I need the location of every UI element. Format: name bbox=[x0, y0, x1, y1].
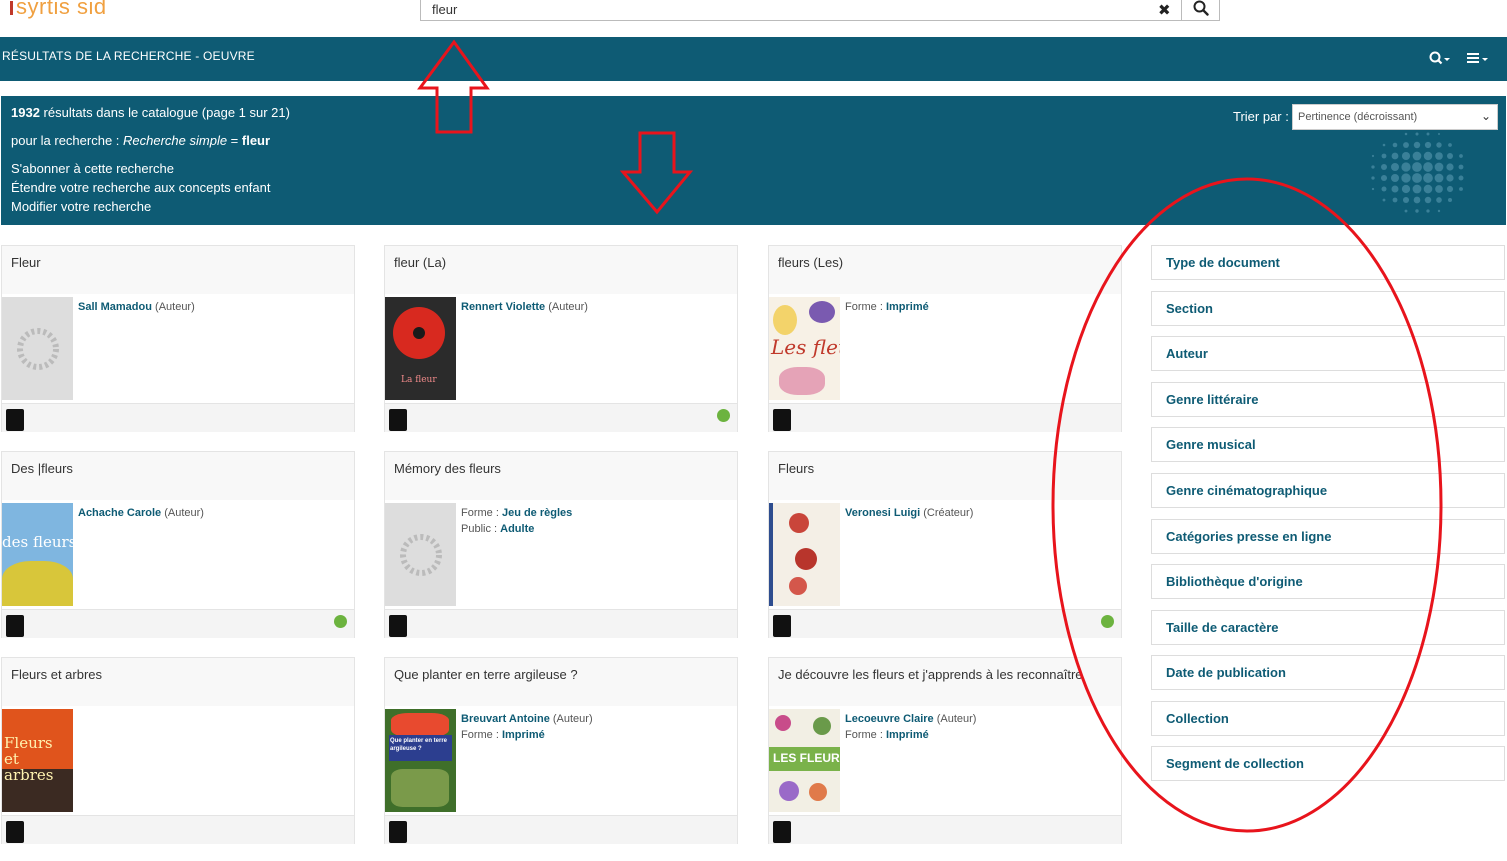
document-type-icon bbox=[773, 615, 791, 637]
result-card[interactable]: fleur (La) La fleur Rennert Violette (Aute… bbox=[384, 245, 738, 432]
result-card[interactable]: Je découvre les fleurs et j'apprends à l… bbox=[768, 657, 1122, 844]
result-meta: Sall Mamadou (Auteur) bbox=[78, 299, 195, 315]
result-meta: Forme : Jeu de règles Public : Adulte bbox=[461, 505, 572, 537]
sort-select[interactable]: Pertinence (décroissant) ⌄ bbox=[1292, 104, 1498, 130]
result-author[interactable]: Sall Mamadou (Auteur) bbox=[78, 299, 195, 315]
clear-icon[interactable]: ✖ bbox=[1158, 1, 1171, 19]
result-footer bbox=[769, 403, 1121, 432]
result-thumbnail[interactable]: La fleur bbox=[385, 297, 456, 400]
document-type-icon bbox=[389, 615, 407, 637]
document-type-icon bbox=[6, 409, 24, 431]
search-input[interactable]: fleur bbox=[420, 0, 1182, 21]
document-type-icon bbox=[6, 821, 24, 843]
availability-icon bbox=[1101, 615, 1114, 628]
result-footer bbox=[2, 815, 354, 844]
facet-item[interactable]: Taille de caractère bbox=[1151, 610, 1505, 645]
search-dropdown-icon[interactable] bbox=[1429, 51, 1451, 68]
chevron-down-icon: ⌄ bbox=[1480, 109, 1491, 123]
result-footer bbox=[2, 403, 354, 432]
facet-item[interactable]: Segment de collection bbox=[1151, 746, 1505, 781]
result-attribute: Public : Adulte bbox=[461, 523, 535, 535]
facet-item[interactable]: Section bbox=[1151, 291, 1505, 326]
result-thumbnail[interactable]: des fleurs bbox=[2, 503, 73, 606]
result-meta: Achache Carole (Auteur) bbox=[78, 505, 204, 521]
extend-search-link[interactable]: Étendre votre recherche aux concepts enf… bbox=[11, 180, 270, 195]
result-thumbnail[interactable]: LES FLEURS bbox=[769, 709, 840, 812]
document-type-icon bbox=[6, 615, 24, 637]
result-author[interactable]: Lecoeuvre Claire (Auteur) bbox=[845, 711, 976, 727]
results-title-bar: RÉSULTATS DE LA RECHERCHE - OEUVRE bbox=[0, 37, 1507, 81]
result-form: Forme : Jeu de règles bbox=[461, 507, 573, 519]
availability-icon bbox=[717, 409, 730, 422]
result-author[interactable]: Rennert Violette (Auteur) bbox=[461, 299, 588, 315]
result-attribute: Forme : Imprimé bbox=[461, 729, 545, 741]
query-description: pour la recherche : Recherche simple = f… bbox=[11, 133, 271, 148]
result-title[interactable]: Que planter en terre argileuse ? bbox=[385, 658, 737, 706]
result-card[interactable]: Fleurs et arbres Fleurs et arbres bbox=[1, 657, 355, 844]
facet-item[interactable]: Catégories presse en ligne bbox=[1151, 519, 1505, 554]
result-author[interactable]: Breuvart Antoine (Auteur) bbox=[461, 711, 593, 727]
result-title[interactable]: Mémory des fleurs bbox=[385, 452, 737, 500]
result-footer bbox=[385, 609, 737, 638]
result-footer bbox=[769, 609, 1121, 638]
logo[interactable]: syrtis sid bbox=[10, 0, 107, 20]
subscribe-link[interactable]: S'abonner à cette recherche bbox=[11, 161, 174, 176]
result-attribute: Forme : Imprimé bbox=[845, 729, 929, 741]
result-thumbnail[interactable]: Les fleurs bbox=[769, 297, 840, 400]
result-meta: Lecoeuvre Claire (Auteur) Forme : Imprimé bbox=[845, 711, 976, 743]
result-title[interactable]: Fleurs bbox=[769, 452, 1121, 500]
search-icon bbox=[1193, 0, 1209, 16]
facet-item[interactable]: Genre musical bbox=[1151, 427, 1505, 462]
result-author[interactable]: Achache Carole (Auteur) bbox=[78, 505, 204, 521]
result-meta: Veronesi Luigi (Créateur) bbox=[845, 505, 973, 521]
availability-icon bbox=[334, 615, 347, 628]
result-meta: Breuvart Antoine (Auteur) Forme : Imprimé bbox=[461, 711, 593, 743]
facet-item[interactable]: Auteur bbox=[1151, 336, 1505, 371]
result-thumbnail[interactable]: Fleurs et arbres bbox=[2, 709, 73, 812]
result-thumbnail[interactable] bbox=[2, 297, 73, 400]
result-footer bbox=[385, 815, 737, 844]
facet-item[interactable]: Type de document bbox=[1151, 245, 1505, 280]
result-count: 1932 résultats dans le catalogue (page 1… bbox=[11, 105, 290, 120]
facet-item[interactable]: Bibliothèque d'origine bbox=[1151, 564, 1505, 599]
result-form: Forme : Imprimé bbox=[845, 301, 929, 313]
result-card[interactable]: Que planter en terre argileuse ? Que plan… bbox=[384, 657, 738, 844]
result-meta: Rennert Violette (Auteur) bbox=[461, 299, 588, 315]
document-type-icon bbox=[389, 409, 407, 431]
menu-dropdown-icon[interactable] bbox=[1467, 51, 1491, 68]
result-title[interactable]: Fleurs et arbres bbox=[2, 658, 354, 706]
document-type-icon bbox=[389, 821, 407, 843]
result-title[interactable]: fleurs (Les) bbox=[769, 246, 1121, 294]
page-title: RÉSULTATS DE LA RECHERCHE - OEUVRE bbox=[2, 49, 255, 63]
facet-item[interactable]: Genre littéraire bbox=[1151, 382, 1505, 417]
result-footer bbox=[769, 815, 1121, 844]
result-card[interactable]: Des |fleurs des fleurs Achache Carole (Aut… bbox=[1, 451, 355, 638]
top-bar: syrtis sid fleur ✖ bbox=[0, 0, 1507, 37]
document-type-icon bbox=[773, 409, 791, 431]
facet-item[interactable]: Genre cinématographique bbox=[1151, 473, 1505, 508]
result-title[interactable]: Fleur bbox=[2, 246, 354, 294]
result-card[interactable]: fleurs (Les)Les fleurs Forme : Imprimé bbox=[768, 245, 1122, 432]
search-button[interactable] bbox=[1181, 0, 1220, 21]
modify-search-link[interactable]: Modifier votre recherche bbox=[11, 199, 151, 214]
result-card[interactable]: Mémory des fleurs Forme : Jeu de règles Pu… bbox=[384, 451, 738, 638]
result-footer bbox=[385, 403, 737, 432]
result-title[interactable]: fleur (La) bbox=[385, 246, 737, 294]
result-title[interactable]: Des |fleurs bbox=[2, 452, 354, 500]
result-thumbnail[interactable] bbox=[385, 503, 456, 606]
result-title[interactable]: Je découvre les fleurs et j'apprends à l… bbox=[769, 658, 1121, 706]
result-thumbnail[interactable]: Que planter en terre argileuse ? bbox=[385, 709, 456, 812]
facet-item[interactable]: Collection bbox=[1151, 701, 1505, 736]
result-meta: Forme : Imprimé bbox=[845, 299, 929, 315]
result-card[interactable]: Fleur Sall Mamadou (Auteur) bbox=[1, 245, 355, 432]
result-card[interactable]: Fleurs Veronesi Luigi (Créateur) bbox=[768, 451, 1122, 638]
document-type-icon bbox=[773, 821, 791, 843]
decorative-dots bbox=[1371, 132, 1464, 213]
facet-item[interactable]: Date de publication bbox=[1151, 655, 1505, 690]
result-footer bbox=[2, 609, 354, 638]
search-summary: 1932 résultats dans le catalogue (page 1… bbox=[1, 96, 1506, 225]
result-author[interactable]: Veronesi Luigi (Créateur) bbox=[845, 505, 973, 521]
result-thumbnail[interactable] bbox=[769, 503, 840, 606]
sort-label: Trier par : bbox=[1233, 109, 1289, 124]
